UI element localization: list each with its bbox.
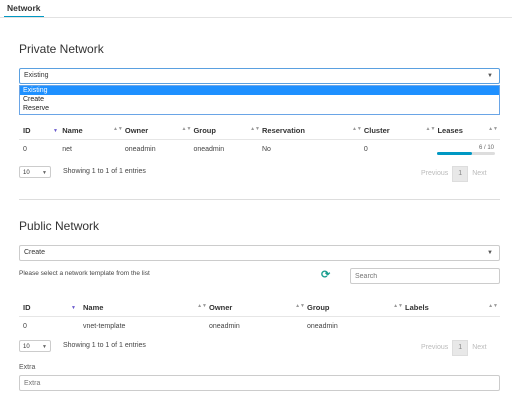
option-reserve[interactable]: Reserve <box>20 104 499 113</box>
pager-previous[interactable]: Previous <box>421 344 448 351</box>
cell-group: oneadmin <box>193 139 262 158</box>
chevron-down-icon: ▼ <box>487 73 493 79</box>
chevron-down-icon: ▼ <box>42 170 47 176</box>
leases-progress-fill <box>437 151 473 155</box>
sort-icon: ▲▼ <box>197 303 207 309</box>
public-network-select[interactable]: Create ▼ <box>19 245 500 261</box>
col-owner[interactable]: Owner ▲▼ <box>209 298 307 317</box>
template-hint: Please select a network template from th… <box>19 270 150 277</box>
search-input[interactable] <box>350 268 500 284</box>
private-network-title: Private Network <box>19 42 104 56</box>
col-leases[interactable]: Leases ▲▼ <box>437 121 500 140</box>
sort-icon: ▲▼ <box>112 126 123 132</box>
col-reservation[interactable]: Reservation ▲▼ <box>262 121 364 140</box>
sort-icon: ▲▼ <box>425 126 436 132</box>
col-name[interactable]: Name ▲▼ <box>51 121 125 140</box>
cell-id: 0 <box>19 316 63 335</box>
table-header-row: ID ▼ Name ▲▼ Owner ▲▼ Group ▲▼ Labels ▲▼ <box>19 298 500 317</box>
chevron-down-icon: ▼ <box>42 344 47 350</box>
pager-previous[interactable]: Previous <box>421 170 448 177</box>
public-network-title: Public Network <box>19 219 100 233</box>
public-network-table: ID ▼ Name ▲▼ Owner ▲▼ Group ▲▼ Labels ▲▼ 0 vn… <box>19 298 500 335</box>
cell-name: vnet-template <box>63 316 209 335</box>
table-row[interactable]: 0 net oneadmin oneadmin No 0 6 / 10 <box>19 139 500 158</box>
sort-icon: ▲▼ <box>488 303 498 309</box>
public-page-length-select[interactable]: 10 ▼ <box>19 340 51 352</box>
public-select-value: Create <box>24 249 46 256</box>
extra-label: Extra <box>19 364 36 371</box>
option-create[interactable]: Create <box>20 95 499 104</box>
sort-icon: ▲▼ <box>181 126 192 132</box>
page-length-value: 10 <box>23 170 30 176</box>
pager-page-1[interactable]: 1 <box>452 166 469 182</box>
cell-reservation: No <box>262 139 364 158</box>
private-select-value: Existing <box>24 72 49 79</box>
cell-owner: oneadmin <box>209 316 307 335</box>
col-id[interactable]: ID ▼ <box>19 121 58 140</box>
option-existing[interactable]: Existing <box>20 86 499 95</box>
sort-icon: ▲▼ <box>295 303 305 309</box>
leases-progress-bar <box>437 151 496 155</box>
chevron-down-icon: ▼ <box>487 250 493 256</box>
pager-next[interactable]: Next <box>472 344 486 351</box>
sort-icon: ▲▼ <box>250 126 260 132</box>
col-group[interactable]: Group ▲▼ <box>307 298 405 317</box>
public-table-info: Showing 1 to 1 of 1 entries <box>63 342 146 349</box>
col-labels[interactable]: Labels ▲▼ <box>405 298 500 317</box>
cell-leases: 6 / 10 <box>437 139 500 158</box>
col-owner[interactable]: Owner ▲▼ <box>125 121 194 140</box>
leases-text: 6 / 10 <box>478 144 494 151</box>
page-length-value: 10 <box>23 344 30 350</box>
refresh-icon[interactable]: ⟳ <box>321 268 330 281</box>
public-pagination: Previous 1 Next <box>421 340 487 356</box>
table-row[interactable]: 0 vnet-template oneadmin oneadmin <box>19 316 500 335</box>
extra-input[interactable] <box>19 375 500 391</box>
cell-owner: oneadmin <box>124 139 194 158</box>
cell-name: net <box>51 139 125 158</box>
private-table-info: Showing 1 to 1 of 1 entries <box>63 168 146 175</box>
sort-icon: ▲▼ <box>488 126 498 132</box>
private-network-select[interactable]: Existing ▼ <box>19 68 500 84</box>
pager-next[interactable]: Next <box>472 170 486 177</box>
sort-icon: ▲▼ <box>393 303 403 309</box>
col-group[interactable]: Group ▲▼ <box>193 121 262 140</box>
pager-page-1[interactable]: 1 <box>452 340 469 356</box>
cell-cluster: 0 <box>363 139 438 158</box>
private-page-length-select[interactable]: 10 ▼ <box>19 166 51 178</box>
private-pagination: Previous 1 Next <box>421 166 487 182</box>
sort-icon: ▲▼ <box>351 126 362 132</box>
col-id[interactable]: ID ▼ <box>19 298 76 317</box>
private-network-table: ID ▼ Name ▲▼ Owner ▲▼ Group ▲▼ Reservation ▲▼… <box>19 121 500 158</box>
cell-id: 0 <box>19 139 52 158</box>
section-divider <box>19 199 500 200</box>
col-name[interactable]: Name ▲▼ <box>63 298 209 317</box>
tab-network[interactable]: Network <box>4 0 44 18</box>
cell-labels <box>405 316 500 335</box>
table-header-row: ID ▼ Name ▲▼ Owner ▲▼ Group ▲▼ Reservation ▲▼… <box>19 121 500 140</box>
col-cluster[interactable]: Cluster ▲▼ <box>364 121 438 140</box>
tab-divider <box>0 17 512 18</box>
private-network-dropdown: Existing Create Reserve <box>19 85 500 115</box>
cell-group: oneadmin <box>307 316 405 335</box>
